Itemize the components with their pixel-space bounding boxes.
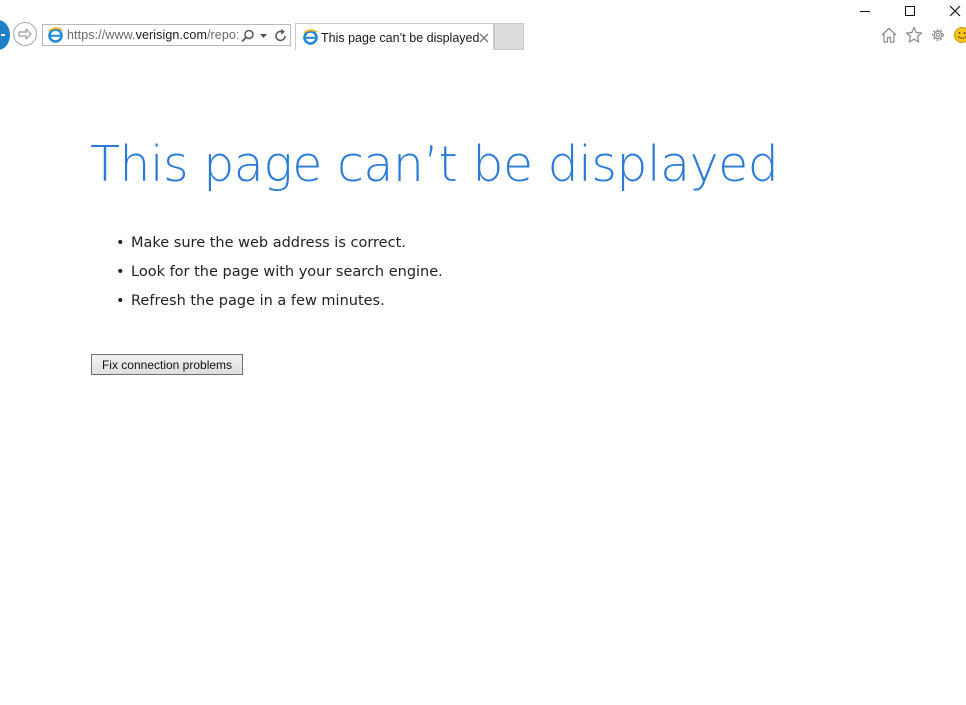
favorites-button[interactable] <box>904 25 924 45</box>
star-icon <box>905 26 923 43</box>
close-window-button[interactable] <box>944 2 966 20</box>
ie-logo-icon <box>303 29 318 45</box>
settings-button[interactable] <box>928 25 948 45</box>
gear-icon <box>932 29 944 41</box>
address-bar[interactable]: https://www.verisign.com/repo: <box>42 24 291 46</box>
ie-logo-icon <box>48 27 63 43</box>
tab-current[interactable]: This page can’t be displayed <box>295 23 494 50</box>
search-icon[interactable] <box>241 29 255 43</box>
page-title: This page can’t be displayed <box>90 136 779 193</box>
forward-arrow-icon <box>18 28 32 40</box>
forward-button[interactable] <box>13 22 37 46</box>
maximize-button[interactable] <box>899 2 921 20</box>
close-icon[interactable] <box>479 33 489 43</box>
new-tab-button[interactable] <box>494 23 524 50</box>
tip-text: Look for the page with your search engin… <box>131 264 443 280</box>
minimize-icon <box>860 11 870 12</box>
bullet-icon: • <box>116 293 125 309</box>
list-item: • Refresh the page in a few minutes. <box>116 290 443 319</box>
smiley-icon <box>954 27 966 43</box>
tab-title: This page can’t be displayed <box>321 31 480 45</box>
back-button[interactable] <box>0 20 10 50</box>
close-icon <box>949 5 961 17</box>
maximize-icon <box>905 6 915 16</box>
bullet-icon: • <box>116 235 125 251</box>
home-icon <box>881 27 897 43</box>
list-item: • Look for the page with your search engi… <box>116 261 443 290</box>
address-text[interactable]: https://www.verisign.com/repo: <box>67 28 238 42</box>
list-item: • Make sure the web address is correct. <box>116 232 443 261</box>
feedback-button[interactable] <box>953 25 966 45</box>
tip-text: Refresh the page in a few minutes. <box>131 293 385 309</box>
tip-text: Make sure the web address is correct. <box>131 235 406 251</box>
bullet-icon: • <box>116 264 125 280</box>
chevron-down-icon[interactable] <box>259 33 268 39</box>
tips-list: • Make sure the web address is correct. •… <box>116 232 443 319</box>
back-arrow-icon <box>1 34 5 36</box>
home-button[interactable] <box>879 25 899 45</box>
fix-connection-button[interactable]: Fix connection problems <box>91 354 243 375</box>
refresh-icon[interactable] <box>274 28 288 43</box>
minimize-button[interactable] <box>854 2 876 20</box>
